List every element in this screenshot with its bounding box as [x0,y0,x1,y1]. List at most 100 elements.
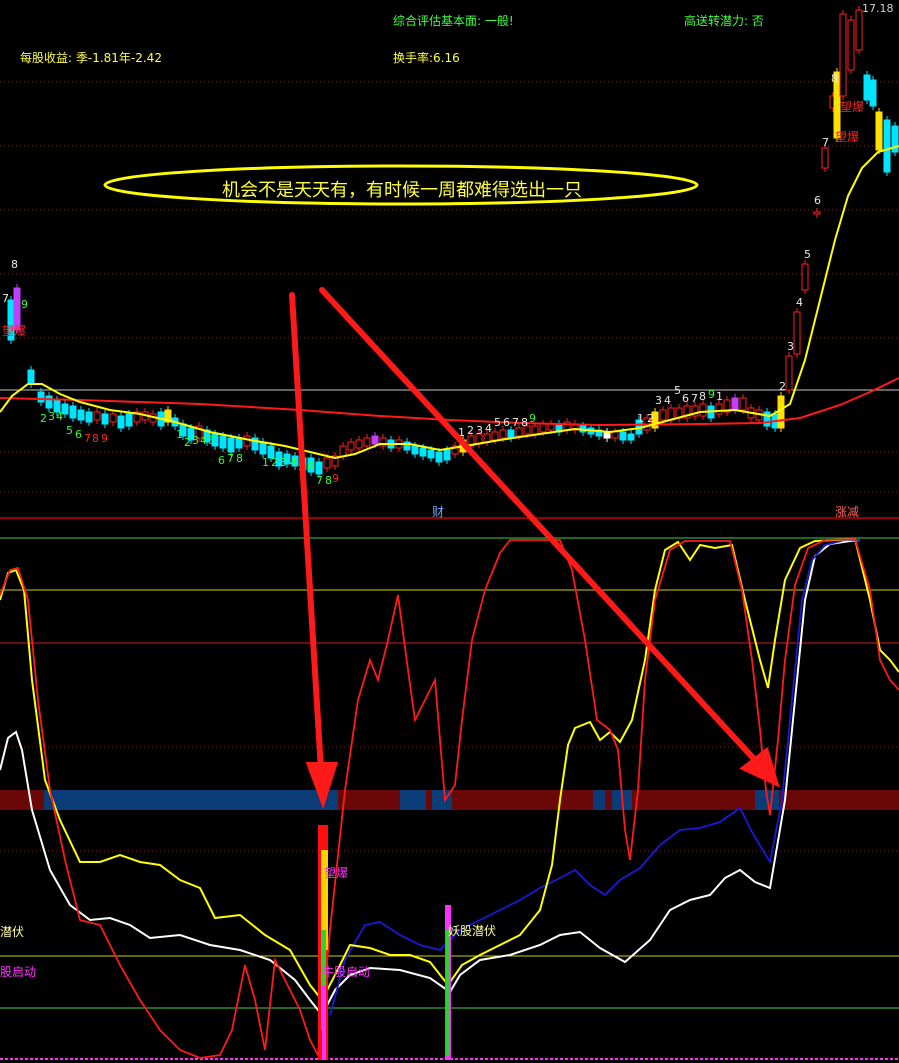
count-label: 8 [699,390,706,403]
candle [785,355,793,391]
count-label: 5 [804,248,811,261]
count-label: 4 [796,296,803,309]
caption-text: 机会不是天天有，有时候一周都难得选出一只 [222,180,582,201]
count-label: 4 [485,422,492,435]
candle [813,211,821,215]
count-label: 6 [218,454,225,467]
candle [611,431,619,439]
signal-bar-magenta [322,985,326,1060]
candle [235,437,243,449]
candle [435,451,443,463]
transfer-text: 高送转潜力: 否 [684,14,764,28]
count-label: 7 [2,292,9,305]
count-label: 3 [476,424,483,437]
count-label: 2 [647,412,654,425]
count-label: 7 [691,392,698,405]
count-label: 6 [307,460,314,473]
count-label: 1 [176,428,183,441]
candle [77,409,85,421]
candle [793,311,801,355]
count-label: 2 [779,380,786,393]
candle [515,427,523,437]
candle [101,413,109,425]
candle [531,425,539,435]
count-label: 7 [316,474,323,487]
candle [363,437,371,447]
count-label: 2 [467,424,474,437]
candle [883,119,891,173]
count-label: 1 [637,412,644,425]
count-label: 8 [521,416,528,429]
rating-text: 综合评估基本面: 一般! [393,14,514,28]
count-label: 9 [529,412,536,425]
candle [739,397,747,411]
candle [243,435,251,447]
yaogu-label: 妖股潜伏 [448,924,497,938]
count-label: 9 [21,298,28,311]
candle [715,403,723,415]
candle [355,439,363,449]
count-label: 9 [708,388,715,401]
wangbao-label-left: 望爆 [2,324,27,338]
count-label: 7 [227,452,234,465]
count-label: 2 [271,456,278,469]
candle [627,433,635,441]
count-label: 8 [325,474,332,487]
candle [411,445,419,455]
count-label: 1 [716,390,723,403]
candle [777,395,785,429]
candle [659,409,667,421]
candle [483,433,491,443]
stock-chart: 8792345678912345678123456789123456789123… [0,6,899,1060]
count-label: 9 [101,432,108,445]
count-label: 3 [280,456,287,469]
candle [419,447,427,457]
candle [763,411,771,427]
candle [339,445,347,457]
candle [507,429,515,439]
wangbao-label-1: 望爆 [840,100,865,114]
candle [863,74,871,101]
candle [69,405,77,419]
candle [371,435,379,445]
candle [427,449,435,459]
count-label: 8 [236,452,243,465]
zhangjian-label: 涨减 [835,505,860,519]
candle [85,411,93,423]
count-label: 8 [92,432,99,445]
wangbao-label-2: 望爆 [835,130,860,144]
candle [27,369,35,385]
candle [109,413,117,423]
qidong-label-mid: 牛股启动 [322,965,371,979]
candle [855,9,863,51]
candle [315,461,323,475]
price-high-label: 17.18 [862,2,894,15]
count-label: 7 [512,416,519,429]
signal-bar-green-2 [446,930,450,1055]
count-label: 1 [262,456,269,469]
candle [125,413,133,427]
count-label: 4 [290,456,297,469]
count-label: 3 [787,340,794,353]
candle [801,263,809,291]
candle [443,449,451,461]
candle [117,415,125,429]
qianfu-label-left: 潜伏 [0,925,25,939]
candle [219,435,227,449]
candle [539,423,547,433]
candle [227,437,235,453]
qidong-label-left: 股启动 [0,965,37,979]
candle [347,441,355,451]
cai-label: 财 [432,505,445,519]
candle [619,431,627,441]
eps-text: 每股收益: 季-1.81年-2.42 [20,51,162,65]
candles [7,6,899,478]
candle [37,391,45,403]
count-label: 8 [831,72,838,85]
count-label: 6 [75,428,82,441]
candle [847,19,855,71]
indicator-white-line [0,539,861,1017]
count-label: 2 [184,436,191,449]
count-label: 6 [814,194,821,207]
count-label: 3 [192,434,199,447]
